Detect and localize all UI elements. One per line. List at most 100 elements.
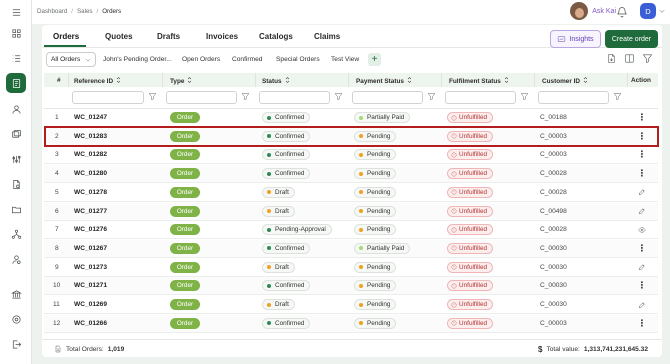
table-row[interactable]: 5 WC_01278 Order Draft Pending Unfulfilled C_0… bbox=[44, 184, 658, 202]
filter-icon[interactable] bbox=[613, 92, 623, 102]
reference-id[interactable]: WC_01266 bbox=[74, 320, 107, 327]
view-special-orders[interactable]: Special Orders bbox=[276, 56, 320, 63]
filter-icon[interactable] bbox=[520, 92, 530, 102]
column-filter-input[interactable] bbox=[72, 91, 144, 104]
reference-id[interactable]: WC_01267 bbox=[74, 245, 107, 252]
status-badge: Confirmed bbox=[262, 112, 311, 123]
reference-id[interactable]: WC_01273 bbox=[74, 264, 107, 271]
view-test-view[interactable]: Test View bbox=[331, 56, 359, 63]
breadcrumb-dashboard[interactable]: Dashboard bbox=[37, 8, 67, 15]
user-avatar[interactable]: D bbox=[640, 3, 656, 19]
reference-id[interactable]: WC_01280 bbox=[74, 170, 107, 177]
reference-id[interactable]: WC_01277 bbox=[74, 208, 107, 215]
row-action-button[interactable]: ⋮ bbox=[637, 243, 647, 254]
filter-icon[interactable] bbox=[148, 92, 158, 102]
insights-button[interactable]: Insights bbox=[550, 30, 601, 48]
reference-id[interactable]: WC_01283 bbox=[74, 133, 107, 140]
column-filter-input[interactable] bbox=[166, 91, 237, 104]
network-icon[interactable] bbox=[8, 226, 24, 242]
row-action-button[interactable]: ⋮ bbox=[637, 149, 647, 160]
filter-icon[interactable] bbox=[334, 92, 344, 102]
reference-id[interactable]: WC_01247 bbox=[74, 114, 107, 121]
view-confirmed[interactable]: Confirmed bbox=[232, 56, 262, 63]
reference-id[interactable]: WC_01269 bbox=[74, 301, 107, 308]
column-filter-input[interactable] bbox=[445, 91, 516, 104]
column-header-reference-id[interactable]: Reference ID bbox=[74, 77, 121, 85]
column-header-type[interactable]: Type bbox=[170, 77, 192, 85]
reference-id[interactable]: WC_01278 bbox=[74, 189, 107, 196]
column-filter-input[interactable] bbox=[259, 91, 330, 104]
row-action-button[interactable]: ⋮ bbox=[637, 131, 647, 142]
row-action-button[interactable] bbox=[637, 224, 647, 235]
table-row[interactable]: 6 WC_01277 Order Draft Pending Unfulfilled C_0… bbox=[44, 202, 658, 221]
create-order-button[interactable]: Create order bbox=[605, 30, 658, 48]
settings-icon[interactable] bbox=[8, 311, 24, 327]
row-action-button[interactable] bbox=[637, 299, 647, 310]
column-header-payment-status[interactable]: Payment Status bbox=[356, 77, 412, 85]
tab-claims[interactable]: Claims bbox=[314, 32, 340, 41]
layers-icon[interactable] bbox=[8, 126, 24, 142]
sort-icon[interactable] bbox=[116, 77, 121, 83]
notification-bell-icon[interactable] bbox=[616, 6, 628, 18]
breadcrumb-sales[interactable]: Sales bbox=[77, 8, 92, 15]
tab-catalogs[interactable]: Catalogs bbox=[259, 32, 293, 41]
filter-icon[interactable] bbox=[427, 92, 437, 102]
table-row[interactable]: 12 WC_01266 Order Confirmed Pending Unfulfill… bbox=[44, 314, 658, 333]
table-row[interactable]: 10 WC_01271 Order Confirmed Pending Unfulfill… bbox=[44, 277, 658, 296]
tab-drafts[interactable]: Drafts bbox=[157, 32, 180, 41]
column-header-fulfilment-status[interactable]: Fulfilment Status bbox=[449, 77, 509, 85]
table-row[interactable]: 3 WC_01282 Order Confirmed Pending Unfulfille… bbox=[44, 146, 658, 165]
table-row[interactable]: 7 WC_01276 Order Pending-Approval Pending Unf… bbox=[44, 221, 658, 240]
sort-icon[interactable] bbox=[583, 77, 588, 83]
tab-quotes[interactable]: Quotes bbox=[105, 32, 133, 41]
column-filter-input[interactable] bbox=[352, 91, 423, 104]
tab-invoices[interactable]: Invoices bbox=[206, 32, 238, 41]
column-header-customer-id[interactable]: Customer ID bbox=[542, 77, 588, 85]
dashboard-icon[interactable] bbox=[8, 25, 24, 41]
columns-icon[interactable] bbox=[624, 53, 636, 65]
tab-orders[interactable]: Orders bbox=[53, 32, 79, 41]
view-johns-pending[interactable]: John's Pending Order... bbox=[103, 56, 172, 63]
row-action-button[interactable]: ⋮ bbox=[637, 280, 647, 291]
filter-icon[interactable] bbox=[241, 92, 251, 102]
add-view-button[interactable]: + bbox=[368, 53, 381, 66]
ask-kai-button[interactable]: Ask Kai bbox=[570, 2, 616, 20]
list-icon[interactable] bbox=[8, 50, 24, 66]
sort-icon[interactable] bbox=[504, 77, 509, 83]
orders-icon[interactable] bbox=[6, 73, 26, 93]
view-open-orders[interactable]: Open Orders bbox=[182, 56, 220, 63]
row-action-button[interactable]: ⋮ bbox=[637, 168, 647, 179]
column-header-status[interactable]: Status bbox=[262, 77, 290, 85]
sliders-icon[interactable] bbox=[8, 151, 24, 167]
row-action-button[interactable]: ⋮ bbox=[637, 318, 647, 329]
table-row[interactable]: 9 WC_01273 Order Draft Pending Unfulfilled C_0… bbox=[44, 259, 658, 277]
table-row[interactable]: 4 WC_01280 Order Confirmed Pending Unfulfille… bbox=[44, 165, 658, 184]
chevron-down-icon[interactable] bbox=[658, 7, 666, 15]
table-row[interactable]: 11 WC_01269 Order Draft Pending Unfulfilled C_… bbox=[44, 296, 658, 314]
payment-status-badge: Pending bbox=[354, 224, 397, 236]
row-action-button[interactable] bbox=[637, 206, 647, 217]
row-action-button[interactable]: ⋮ bbox=[637, 112, 647, 123]
table-row[interactable]: 1 WC_01247 Order Confirmed Partially Paid Unf… bbox=[44, 109, 658, 127]
person-settings-icon[interactable] bbox=[8, 251, 24, 267]
column-filter-input[interactable] bbox=[538, 91, 609, 104]
document-icon[interactable] bbox=[8, 176, 24, 192]
table-row[interactable]: 2 WC_01283 Order Confirmed Pending Unfulfille… bbox=[44, 127, 658, 146]
bank-icon[interactable] bbox=[8, 286, 24, 302]
filter-icon[interactable] bbox=[642, 53, 654, 65]
export-icon[interactable] bbox=[606, 53, 618, 65]
row-action-button[interactable] bbox=[637, 262, 647, 273]
folder-icon[interactable] bbox=[8, 201, 24, 217]
order-view-select[interactable]: All Orders bbox=[46, 52, 96, 67]
user-icon[interactable] bbox=[8, 101, 24, 117]
logout-icon[interactable] bbox=[8, 336, 24, 352]
table-row[interactable]: 8 WC_01267 Order Confirmed Partially Paid Unf… bbox=[44, 239, 658, 258]
reference-id[interactable]: WC_01282 bbox=[74, 151, 107, 158]
reference-id[interactable]: WC_01276 bbox=[74, 226, 107, 233]
sort-icon[interactable] bbox=[285, 77, 290, 83]
sort-icon[interactable] bbox=[407, 77, 412, 83]
menu-icon[interactable] bbox=[8, 4, 24, 20]
row-action-button[interactable] bbox=[637, 187, 647, 198]
sort-icon[interactable] bbox=[187, 77, 192, 83]
reference-id[interactable]: WC_01271 bbox=[74, 282, 107, 289]
